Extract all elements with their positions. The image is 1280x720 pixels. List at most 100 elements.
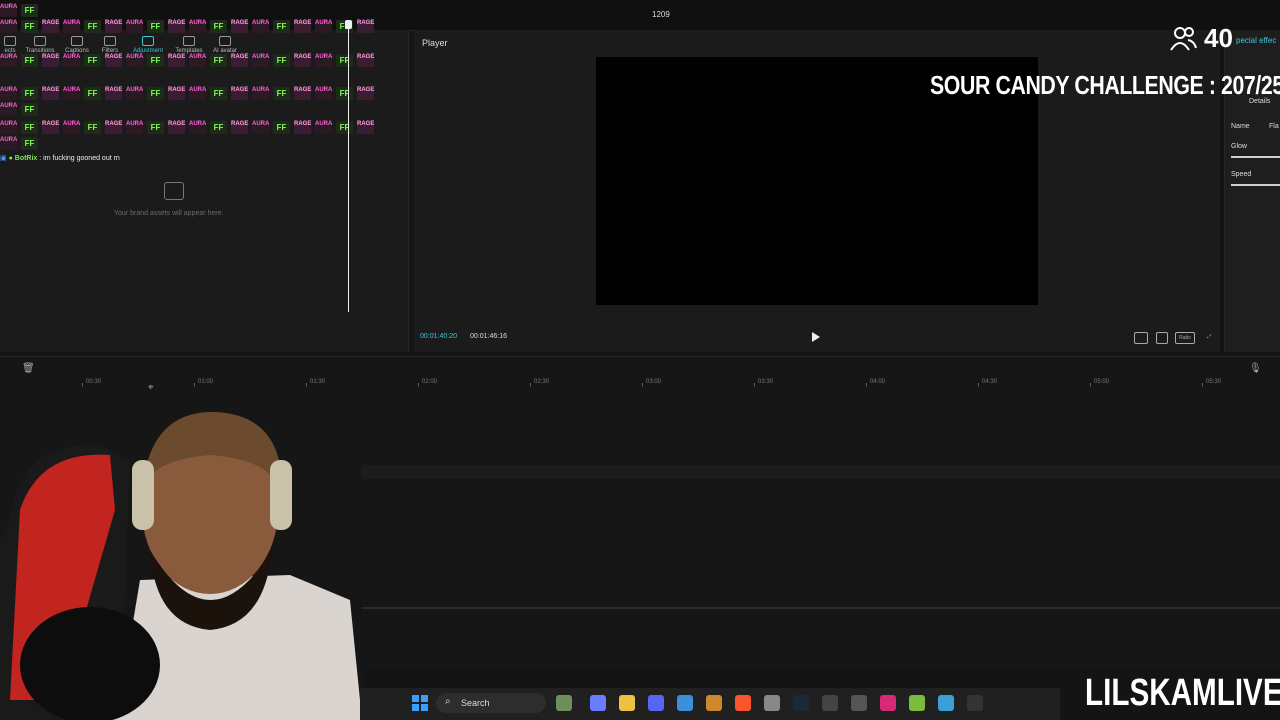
snap-icon[interactable]: ⌖ <box>148 382 154 393</box>
aura-emote: AURA <box>252 20 269 33</box>
ff-emote: FF <box>21 4 38 17</box>
chat-username: BotRix <box>14 155 38 162</box>
viewer-count-number: 40 <box>1204 23 1233 53</box>
ff-emote: FF <box>210 20 227 33</box>
brave-icon[interactable] <box>735 695 751 711</box>
chat-row: AURA FF RAGE AURA FF RAGE AURA FF RAGE AURA FF RAGE… <box>0 121 378 135</box>
time-ruler[interactable]: 00:30 01:00 01:30 02:00 02:30 03:00 03:30 04:00… <box>0 357 1280 389</box>
app-icon[interactable] <box>706 695 722 711</box>
aura-emote: AURA <box>126 20 143 33</box>
ratio-button[interactable]: Ratio <box>1175 332 1195 344</box>
ff-emote: FF <box>210 87 227 100</box>
bluestacks-icon[interactable] <box>909 695 925 711</box>
speed-slider[interactable] <box>1231 184 1280 186</box>
pink-emote: RAGE <box>168 54 185 67</box>
ruler-tick <box>1202 383 1203 387</box>
pink-emote: RAGE <box>168 87 185 100</box>
app-icon[interactable] <box>822 695 838 711</box>
pink-emote: RAGE <box>42 20 59 33</box>
pink-emote: RAGE <box>42 87 59 100</box>
notepad-icon[interactable] <box>938 695 954 711</box>
pink-emote: RAGE <box>42 121 59 134</box>
pink-emote: RAGE <box>168 121 185 134</box>
store-icon[interactable] <box>677 695 693 711</box>
pink-emote: RAGE <box>231 121 248 134</box>
playhead[interactable] <box>348 22 349 312</box>
name-value: Fla <box>1269 123 1279 130</box>
ruler-tick <box>642 383 643 387</box>
play-icon[interactable] <box>812 332 820 342</box>
pink-emote: RAGE <box>294 54 311 67</box>
aura-emote: AURA <box>189 20 206 33</box>
badge-icon: ● <box>8 155 13 162</box>
aura-emote: AURA <box>189 54 206 67</box>
search-icon: ⌕ <box>445 696 451 707</box>
app-icon[interactable] <box>851 695 867 711</box>
pink-emote: RAGE <box>294 20 311 33</box>
chrome-icon[interactable] <box>764 695 780 711</box>
pink-emote: RAGE <box>105 54 122 67</box>
files-icon[interactable] <box>556 695 572 711</box>
pink-emote: RAGE <box>357 121 374 134</box>
aura-emote: AURA <box>0 103 17 116</box>
ff-emote: FF <box>336 87 353 100</box>
pink-emote: RAGE <box>357 20 374 33</box>
badge-icon: ▣ <box>0 155 7 162</box>
brand-assets-hint: Your brand assets will appear here. <box>114 210 224 217</box>
aura-emote: AURA <box>63 121 80 134</box>
ruler-tick <box>1090 383 1091 387</box>
aura-emote: AURA <box>0 54 17 67</box>
aura-emote: AURA <box>0 121 17 134</box>
ruler-label: 04:00 <box>870 379 886 385</box>
ruler-label: 05:30 <box>1206 379 1222 385</box>
folder-icon[interactable] <box>619 695 635 711</box>
pink-emote: RAGE <box>231 54 248 67</box>
ff-emote: FF <box>84 20 101 33</box>
ff-emote: FF <box>336 121 353 134</box>
speed-label: Speed <box>1231 171 1252 178</box>
pink-emote: RAGE <box>105 87 122 100</box>
pink-emote: RAGE <box>231 20 248 33</box>
ruler-label: 02:00 <box>422 379 438 385</box>
ruler-label: 00:30 <box>86 379 102 385</box>
ruler-label: 04:30 <box>982 379 998 385</box>
search-label: Search <box>461 698 490 708</box>
expand-icon[interactable]: ⤢ <box>1204 332 1214 342</box>
glow-slider[interactable] <box>1231 156 1280 158</box>
ff-emote: FF <box>147 54 164 67</box>
ff-emote: FF <box>21 87 38 100</box>
windows-start-icon[interactable] <box>412 695 428 711</box>
aura-emote: AURA <box>252 54 269 67</box>
pink-emote: RAGE <box>294 121 311 134</box>
capcut-icon[interactable] <box>967 695 983 711</box>
fullscreen-quality-icon[interactable] <box>1134 332 1148 344</box>
snapshot-icon[interactable] <box>1156 332 1168 344</box>
ff-emote: FF <box>147 121 164 134</box>
instagram-icon[interactable] <box>880 695 896 711</box>
aura-emote: AURA <box>63 20 80 33</box>
chat-row: AURA FF RAGE AURA FF RAGE AURA FF RAGE AURA FF RAGE… <box>0 20 378 34</box>
aura-emote: AURA <box>252 87 269 100</box>
aura-emote: AURA <box>0 87 17 100</box>
aura-emote: AURA <box>315 20 332 33</box>
aura-emote: AURA <box>126 87 143 100</box>
ff-emote: FF <box>84 121 101 134</box>
chat-row: AURA FF <box>0 4 42 18</box>
copilot-icon[interactable] <box>590 695 606 711</box>
discord-icon[interactable] <box>648 695 664 711</box>
pink-emote: RAGE <box>105 121 122 134</box>
ruler-tick <box>866 383 867 387</box>
aura-emote: AURA <box>0 4 17 17</box>
aura-emote: AURA <box>63 87 80 100</box>
taskbar-search[interactable]: ⌕ Search <box>436 693 546 713</box>
ff-emote: FF <box>273 87 290 100</box>
ff-emote: FF <box>210 121 227 134</box>
playhead-handle[interactable] <box>345 20 352 29</box>
chat-row: AURA FF <box>0 137 42 151</box>
ff-emote: FF <box>84 87 101 100</box>
steam-icon[interactable] <box>793 695 809 711</box>
aura-emote: AURA <box>189 121 206 134</box>
chat-text: : im fucking gooned out rn <box>39 155 120 162</box>
aura-emote: AURA <box>0 137 17 150</box>
brand-kit-icon <box>164 182 184 200</box>
